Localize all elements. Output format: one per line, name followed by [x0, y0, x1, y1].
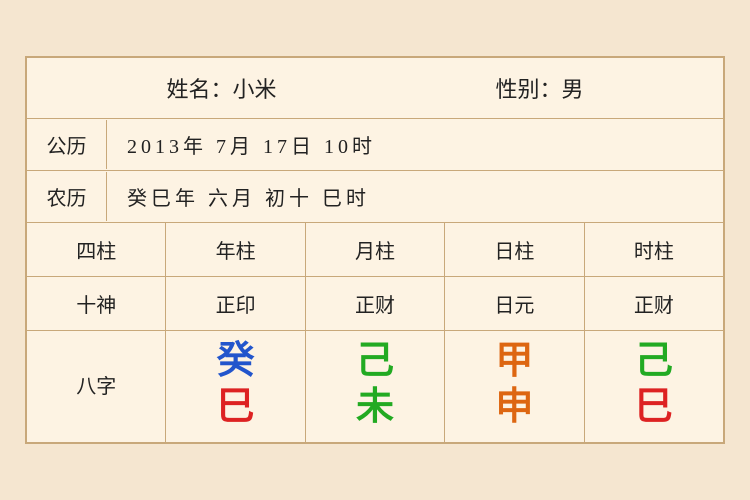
bazhi-nian-top: 癸 [217, 341, 255, 383]
bazhi-nian-cell: 癸 巳 [166, 331, 305, 443]
bazhi-yue-bottom: 未 [356, 387, 394, 429]
shishen-yue: 正财 [306, 277, 445, 330]
main-container: 姓名：小米 性别：男 公历 2013年 7月 17日 10时 农历 癸巳年 六月… [25, 56, 725, 445]
shishen-row: 十神 正印 正财 日元 正财 [27, 277, 723, 331]
bazhi-shi-bottom: 巳 [635, 387, 673, 429]
solar-row: 公历 2013年 7月 17日 10时 [27, 119, 723, 171]
bazhi-yue-top: 己 [356, 341, 394, 383]
bazhi-row: 八字 癸 巳 己 未 甲 申 己 巳 [27, 331, 723, 443]
lunar-label: 农历 [27, 172, 107, 221]
pillars-header-row: 四柱 年柱 月柱 日柱 时柱 [27, 223, 723, 277]
bazhi-ri-top: 甲 [495, 341, 533, 383]
bazhi-label-cell: 八字 [27, 331, 166, 443]
bazhi-shi-top: 己 [635, 341, 673, 383]
shi-pillar-label: 时柱 [585, 223, 723, 276]
solar-value: 2013年 7月 17日 10时 [107, 120, 723, 169]
lunar-row: 农历 癸巳年 六月 初十 巳时 [27, 171, 723, 223]
shishen-label: 十神 [27, 277, 166, 330]
shishen-shi: 正财 [585, 277, 723, 330]
ri-pillar-label: 日柱 [445, 223, 584, 276]
bazhi-yue-cell: 己 未 [306, 331, 445, 443]
shishen-nian: 正印 [166, 277, 305, 330]
bazhi-ri-bottom: 申 [495, 387, 533, 429]
bazhi-shi-cell: 己 巳 [585, 331, 723, 443]
bazhi-ri-cell: 甲 申 [445, 331, 584, 443]
header-row: 姓名：小米 性别：男 [27, 58, 723, 119]
sizhu-label: 四柱 [27, 223, 166, 276]
shishen-ri: 日元 [445, 277, 584, 330]
yue-pillar-label: 月柱 [306, 223, 445, 276]
gender-label: 性别：男 [495, 72, 583, 104]
bazhi-nian-bottom: 巳 [217, 387, 255, 429]
solar-label: 公历 [27, 120, 107, 169]
nian-pillar-label: 年柱 [166, 223, 305, 276]
name-label: 姓名：小米 [166, 72, 276, 104]
lunar-value: 癸巳年 六月 初十 巳时 [107, 172, 723, 221]
bazhi-label: 八字 [76, 370, 116, 399]
